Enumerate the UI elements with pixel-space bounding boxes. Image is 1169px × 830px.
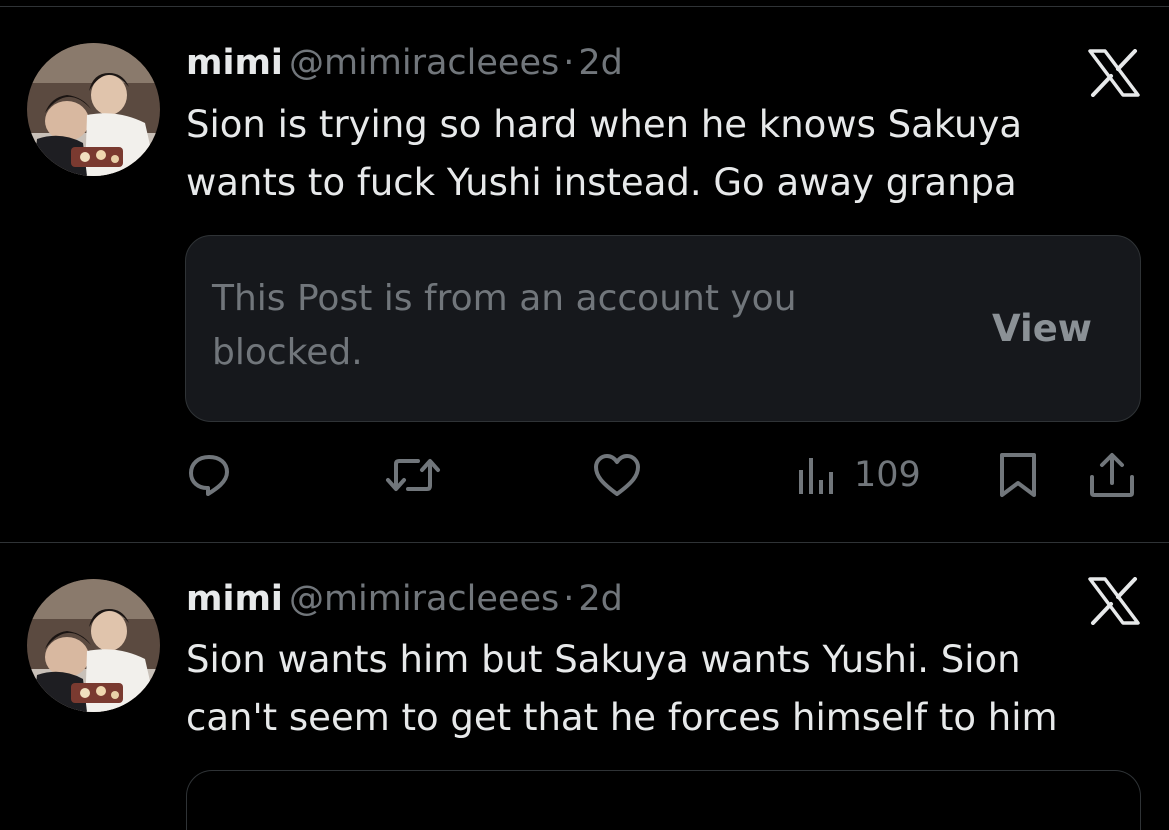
x-logo-icon[interactable] <box>1088 577 1140 625</box>
post-text: Sion wants him but Sakuya wants Yushi. S… <box>186 638 1058 739</box>
separator-dot: · <box>563 579 575 619</box>
post[interactable]: mimi @mimiracleees · 2d Sion wants him but … <box>0 543 1169 830</box>
bookmark-button[interactable] <box>996 445 1040 505</box>
repost-icon <box>384 452 442 498</box>
share-button[interactable] <box>1086 445 1138 505</box>
post-header: mimi @mimiracleees · 2d <box>186 577 623 621</box>
post[interactable]: mimi @mimiracleees · 2d Sion is trying so h… <box>0 0 1169 543</box>
repost-button[interactable] <box>384 445 442 505</box>
user-handle[interactable]: @mimiracleees <box>289 43 559 83</box>
post-timestamp[interactable]: 2d <box>578 579 623 619</box>
views-button[interactable]: 109 <box>796 445 921 505</box>
quoted-card-peek <box>186 770 1141 830</box>
post-timestamp[interactable]: 2d <box>578 43 623 83</box>
like-button[interactable] <box>592 445 642 505</box>
view-button[interactable]: View <box>992 304 1092 354</box>
views-chart-icon <box>796 452 836 498</box>
user-handle[interactable]: @mimiracleees <box>289 579 559 619</box>
heart-icon <box>592 452 642 498</box>
reply-button[interactable] <box>186 445 232 505</box>
x-logo-icon[interactable] <box>1088 49 1140 97</box>
views-count: 109 <box>854 455 921 495</box>
display-name[interactable]: mimi <box>186 579 283 619</box>
share-icon <box>1086 451 1138 499</box>
post-header: mimi @mimiracleees · 2d <box>186 41 623 85</box>
bookmark-icon <box>996 451 1040 499</box>
blocked-quote-card: This Post is from an account you blocked… <box>185 235 1141 422</box>
avatar[interactable] <box>27 43 160 176</box>
separator-dot: · <box>563 43 575 83</box>
blocked-message: This Post is from an account you blocked… <box>212 278 797 373</box>
post-text: Sion is trying so hard when he knows Sak… <box>186 103 1023 204</box>
reply-icon <box>186 452 232 498</box>
display-name[interactable]: mimi <box>186 43 283 83</box>
action-bar: 109 <box>0 445 1169 505</box>
avatar[interactable] <box>27 579 160 712</box>
